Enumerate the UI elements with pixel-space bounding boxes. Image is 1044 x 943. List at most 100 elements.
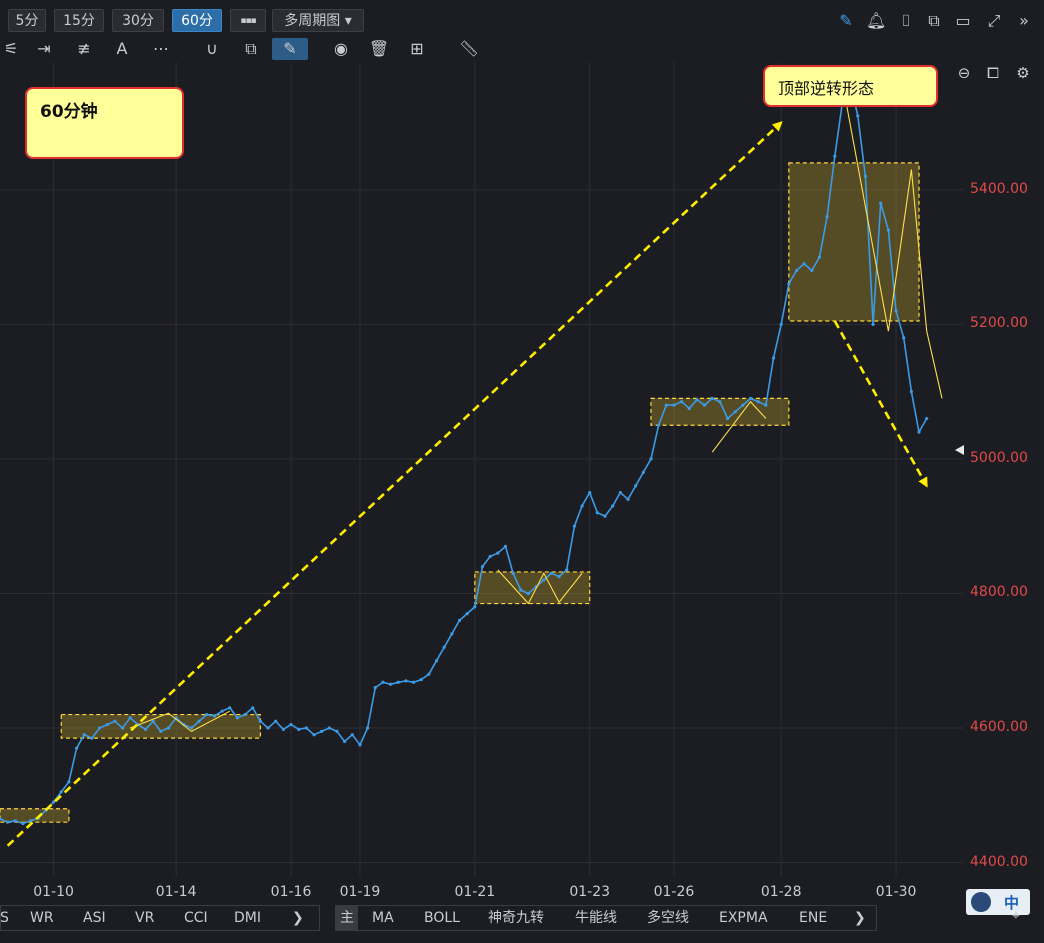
price-point xyxy=(281,727,285,731)
zoom-out-icon[interactable]: ⊖ xyxy=(955,64,973,82)
group-icon[interactable]: ⧉ xyxy=(240,38,262,60)
price-point xyxy=(366,726,370,730)
price-point xyxy=(542,578,546,582)
gear-icon[interactable]: ⚙ xyxy=(1014,64,1032,82)
ruler-icon[interactable]: 📏︎ xyxy=(458,38,480,60)
measure-tool-icon[interactable]: ⇥ xyxy=(33,38,55,60)
price-point xyxy=(611,504,615,508)
price-point xyxy=(863,174,868,178)
tab-wr[interactable]: WR xyxy=(30,909,54,927)
collapse-chevron-icon[interactable]: » xyxy=(1014,11,1034,31)
timeframe-callout: 60分钟 xyxy=(25,87,184,159)
price-point xyxy=(725,416,730,421)
price-point xyxy=(21,821,25,826)
tab-s[interactable]: S xyxy=(0,909,9,927)
price-point xyxy=(664,403,668,407)
x-tick-label: 01-23 xyxy=(569,884,611,900)
price-point xyxy=(687,406,691,411)
text-tool-icon[interactable]: A xyxy=(111,38,133,60)
price-point xyxy=(886,228,890,232)
price-point xyxy=(258,719,262,723)
trend-arrow xyxy=(6,121,783,847)
price-point xyxy=(205,712,209,717)
tab-bull-energy[interactable]: 牛能线 xyxy=(575,909,617,927)
x-tick-label: 01-16 xyxy=(270,884,312,900)
magnet-icon[interactable]: ∪ xyxy=(201,38,223,60)
price-point xyxy=(274,719,278,723)
y-tick-label: 5200.00 xyxy=(970,315,1028,332)
tab-cci[interactable]: CCI xyxy=(184,909,208,927)
price-point xyxy=(549,571,554,575)
price-point xyxy=(833,154,837,158)
layout-grid-icon[interactable]: ⊞ xyxy=(406,38,428,60)
current-price-marker-icon xyxy=(955,445,964,455)
price-point xyxy=(641,470,645,474)
price-point xyxy=(327,726,331,730)
more-timeframes-button[interactable]: ▪▪▪ xyxy=(230,9,266,32)
price-point xyxy=(756,400,760,404)
y-tick-label: 4800.00 xyxy=(970,584,1028,601)
price-point xyxy=(817,255,822,259)
price-point xyxy=(657,423,661,427)
multi-period-dropdown[interactable]: 多周期图 ▾ xyxy=(272,9,364,32)
chart-settings-icon[interactable]: ⧠ xyxy=(984,64,1002,82)
price-point xyxy=(212,714,217,718)
tab-expma[interactable]: EXPMA xyxy=(719,909,768,927)
price-point xyxy=(856,114,860,118)
monitor-icon[interactable]: ▭ xyxy=(953,11,973,31)
price-point xyxy=(434,659,439,663)
fib-tool-icon[interactable]: ≢ xyxy=(73,38,95,60)
price-point xyxy=(335,729,339,733)
price-point xyxy=(358,743,362,747)
tab-td9[interactable]: 神奇九转 xyxy=(488,909,544,927)
tab-boll[interactable]: BOLL xyxy=(424,909,460,927)
y-tick-label: 4600.00 xyxy=(970,719,1028,735)
right-scroll-chevron-icon[interactable]: ❯ xyxy=(854,909,866,927)
price-point xyxy=(680,400,684,404)
price-point xyxy=(733,410,737,414)
more-tools-icon[interactable]: ⋯ xyxy=(150,38,172,60)
draw-pen-icon[interactable]: ✎ xyxy=(836,11,856,31)
left-scroll-chevron-icon[interactable]: ❯ xyxy=(292,909,304,927)
tab-ene[interactable]: ENE xyxy=(799,909,827,927)
fan-tool-icon[interactable]: ⚟ xyxy=(0,38,22,60)
eye-icon[interactable]: ◉ xyxy=(330,38,352,60)
price-point xyxy=(228,706,232,710)
timeframe-5m-button[interactable]: 5分 xyxy=(8,9,46,32)
pen-tool-icon[interactable]: ✎ xyxy=(272,38,308,60)
timeframe-30m-button[interactable]: 30分 xyxy=(112,9,164,32)
fullscreen-icon[interactable]: ⤢ xyxy=(984,11,1004,31)
pattern-callout: 顶部逆转形态 xyxy=(763,65,938,107)
price-point xyxy=(457,618,462,622)
price-point xyxy=(90,736,94,740)
tab-long-short[interactable]: 多空线 xyxy=(647,909,689,927)
price-point xyxy=(343,739,347,744)
price-point xyxy=(251,706,255,710)
camera-icon[interactable]: ⌷ xyxy=(896,11,916,31)
tab-asi[interactable]: ASI xyxy=(83,909,106,927)
price-point xyxy=(243,712,247,717)
copy-window-icon[interactable]: ⧉ xyxy=(924,11,944,31)
price-point xyxy=(710,396,714,400)
price-point xyxy=(74,746,79,750)
price-chart[interactable] xyxy=(0,62,963,876)
tab-vr[interactable]: VR xyxy=(135,909,154,927)
trash-icon[interactable]: 🗑︎ xyxy=(368,38,390,60)
price-point xyxy=(526,591,531,596)
price-point xyxy=(6,820,10,824)
price-point xyxy=(511,571,515,575)
price-point xyxy=(120,726,125,730)
price-point xyxy=(312,733,316,737)
tab-dmi[interactable]: DMI xyxy=(234,909,261,927)
tab-ma[interactable]: MA xyxy=(372,909,394,927)
tab-main[interactable]: 主 xyxy=(336,906,358,930)
price-point xyxy=(480,564,485,569)
alert-bell-icon[interactable]: 🔔︎ xyxy=(866,11,886,31)
timeframe-15m-button[interactable]: 15分 xyxy=(54,9,104,32)
timeframe-60m-button[interactable]: 60分 xyxy=(172,9,222,32)
location-pin-icon[interactable]: ⌖ xyxy=(1012,908,1028,924)
price-point xyxy=(764,403,768,407)
price-point xyxy=(396,680,400,684)
price-point xyxy=(450,632,454,636)
price-point xyxy=(879,201,883,205)
